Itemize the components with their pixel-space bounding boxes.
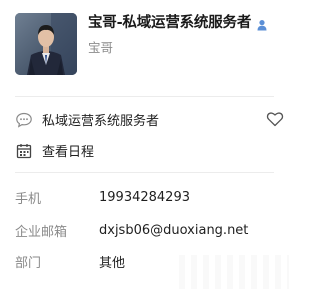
signature-text: 私域运营系统服务者	[42, 114, 160, 129]
avatar-photo	[15, 13, 77, 75]
watermark	[179, 255, 289, 289]
department-label: 部门	[15, 256, 42, 271]
phone-row: 手机 19934284293	[15, 188, 190, 207]
divider	[15, 96, 274, 97]
person-icon	[256, 16, 268, 30]
schedule-link[interactable]: 查看日程	[42, 141, 94, 160]
schedule-row[interactable]: 查看日程	[15, 141, 274, 160]
divider	[15, 172, 274, 173]
email-label: 企业邮箱	[15, 225, 68, 240]
heart-icon[interactable]	[266, 110, 284, 128]
contact-alias: 宝哥	[88, 40, 114, 55]
email-value[interactable]: dxjsb06@duoxiang.net	[99, 223, 248, 238]
name-row: 宝哥-私域运营系统服务者	[88, 11, 268, 32]
contact-card: 宝哥-私域运营系统服务者 宝哥 私域运营系统服务者 查看日程 手机 199342…	[0, 0, 289, 289]
department-value: 其他	[99, 256, 126, 271]
calendar-icon	[15, 142, 33, 160]
avatar[interactable]	[15, 13, 77, 75]
signature-row: 私域运营系统服务者	[15, 110, 274, 129]
chat-bubble-icon	[15, 111, 33, 129]
department-row: 部门 其他	[15, 252, 125, 271]
phone-value[interactable]: 19934284293	[99, 190, 190, 205]
contact-name: 宝哥-私域运营系统服务者	[88, 15, 252, 31]
phone-label: 手机	[15, 192, 42, 207]
email-row: 企业邮箱 dxjsb06@duoxiang.net	[15, 221, 248, 240]
